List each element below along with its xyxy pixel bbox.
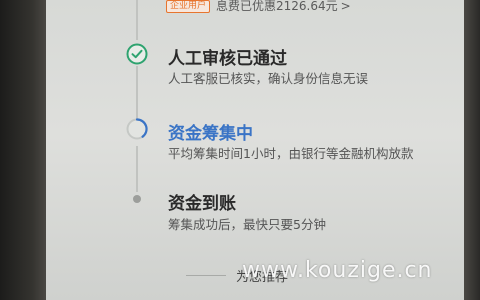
step-description: 人工客服已核实，确认身份信息无误 bbox=[168, 71, 369, 86]
step-description: 平均筹集时间1小时，由银行等金融机构放款 bbox=[168, 146, 414, 161]
timeline-connector bbox=[136, 146, 138, 192]
step-title: 人工审核已通过 bbox=[168, 49, 287, 69]
timeline-connector bbox=[136, 66, 138, 120]
device-bezel-right bbox=[464, 0, 480, 300]
pending-dot-icon bbox=[133, 195, 141, 203]
step-title: 资金筹集中 bbox=[168, 124, 253, 144]
interest-discount-text: 息费已优惠2126.64元 bbox=[216, 0, 338, 13]
app-screen: 企业用户 息费已优惠2126.64元 > 人工审核已通过 人工客服已核实，确认身… bbox=[46, 0, 464, 300]
device-bezel-left bbox=[0, 0, 46, 300]
divider bbox=[186, 275, 226, 276]
check-circle-icon bbox=[126, 43, 148, 65]
enterprise-user-badge: 企业用户 bbox=[166, 0, 211, 13]
discount-row[interactable]: 企业用户 息费已优惠2126.64元 > bbox=[166, 0, 351, 13]
watermark: www.kouzige.cn bbox=[242, 258, 433, 283]
chevron-right-icon: > bbox=[340, 0, 351, 13]
progress-circle-icon bbox=[126, 118, 148, 140]
step-description: 筹集成功后，最快只要5分钟 bbox=[168, 217, 326, 232]
timeline-connector bbox=[136, 0, 138, 40]
step-title: 资金到账 bbox=[168, 194, 236, 214]
